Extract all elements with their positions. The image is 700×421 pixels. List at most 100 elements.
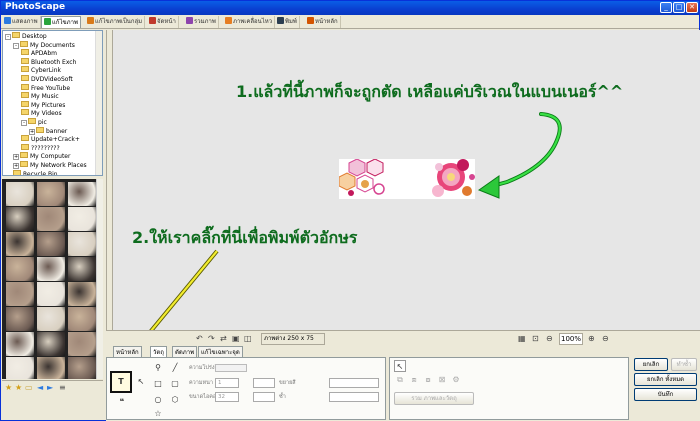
picture-icon[interactable]: ◫	[244, 334, 252, 343]
thumbnail[interactable]	[37, 307, 65, 331]
image-icon[interactable]: ▣	[232, 334, 240, 343]
thumbnail[interactable]	[68, 282, 96, 306]
star-icon[interactable]: ★	[5, 384, 12, 392]
rotate-left-icon[interactable]: ↶	[196, 334, 203, 343]
select-pointer-icon[interactable]: ↖	[394, 360, 406, 372]
zoom-fit-icon[interactable]: ⊡	[532, 334, 539, 343]
thickness-input[interactable]: 1	[215, 378, 239, 388]
style-dropdown-2[interactable]	[329, 392, 379, 402]
tree-node-label: banner	[46, 127, 68, 135]
panel-tab[interactable]: แก้ไขเฉพาะจุด	[198, 346, 243, 357]
main-tab[interactable]: แสดงภาพ	[2, 16, 41, 28]
thumbnail[interactable]	[68, 332, 96, 356]
star-icon[interactable]: ★	[15, 384, 22, 392]
maximize-button[interactable]: □	[673, 2, 685, 13]
panel-tab[interactable]: หน้าหลัก	[113, 346, 142, 357]
thumbnail[interactable]	[37, 332, 65, 356]
thumbnail[interactable]	[37, 257, 65, 281]
copy-icon[interactable]: ⧉	[394, 374, 406, 386]
icon-size-input[interactable]: 32	[215, 392, 239, 402]
expand-icon[interactable]: +	[13, 163, 19, 169]
expand-icon[interactable]: +	[13, 154, 19, 161]
main-tab[interactable]: หน้าหลัก	[305, 16, 341, 28]
thumbnail[interactable]	[6, 257, 34, 281]
main-tab[interactable]: แก้ไขภาพ	[41, 16, 81, 28]
thumbnail[interactable]	[68, 232, 96, 256]
thumbnail[interactable]	[6, 207, 34, 231]
thumbnail[interactable]	[68, 207, 96, 231]
thumbnail[interactable]	[37, 357, 65, 379]
cancel-all-button[interactable]: ยกเลิก ทั้งหมด	[634, 373, 697, 386]
bring-front-icon[interactable]: ⧈	[408, 374, 420, 386]
thumbnail[interactable]	[68, 182, 96, 206]
rounded-rect-icon[interactable]: ▢	[169, 378, 181, 390]
pointer-icon[interactable]: ↖	[135, 376, 147, 388]
back-arrow-icon[interactable]: ◄	[37, 384, 43, 392]
zoom-out-alt-icon[interactable]: ⊖	[602, 334, 609, 343]
thumbnail[interactable]	[6, 282, 34, 306]
folder-icon[interactable]: ▭	[25, 384, 33, 392]
image-size-readout: ภาพต่าง 250 x 75	[261, 333, 325, 345]
thumbnail[interactable]	[68, 257, 96, 281]
thumbnail[interactable]	[6, 232, 34, 256]
expand-icon[interactable]: +	[29, 128, 35, 135]
main-tab[interactable]: แก้ไขภาพเป็นกลุ่ม	[85, 16, 146, 28]
tab-icon	[225, 17, 232, 24]
thumbnail[interactable]	[6, 357, 34, 379]
green-arrow-shaft	[483, 112, 562, 190]
text-tool-button[interactable]: T	[115, 376, 127, 388]
thumbnail[interactable]	[6, 332, 34, 356]
star-shape-icon[interactable]: ☆	[152, 408, 164, 420]
close-button[interactable]: ✕	[686, 2, 698, 13]
properties-icon[interactable]: ⚙	[450, 374, 462, 386]
thumbnail[interactable]	[6, 182, 34, 206]
sort-icon[interactable]: ≡	[59, 384, 66, 392]
zoom-out-icon[interactable]: ⊖	[546, 334, 553, 343]
thumbnail-panel[interactable]	[2, 179, 103, 379]
thumbnail[interactable]	[37, 207, 65, 231]
main-tab[interactable]: พิมพ์	[275, 16, 300, 28]
color-picker-2[interactable]	[253, 392, 275, 402]
collapse-icon[interactable]: -	[13, 42, 19, 49]
hexagon-icon[interactable]: ⬡	[169, 394, 181, 406]
style-dropdown-1[interactable]	[329, 378, 379, 388]
thumbnail[interactable]	[37, 232, 65, 256]
flip-icon[interactable]: ⇄	[220, 334, 227, 343]
tree-node[interactable]: Recycle Bin	[13, 169, 58, 175]
checker-icon[interactable]: ▦	[518, 334, 526, 343]
minimize-button[interactable]: _	[660, 2, 672, 13]
opacity-slider[interactable]	[215, 364, 247, 372]
zoom-in-icon[interactable]: ⊕	[588, 334, 595, 343]
forward-arrow-icon[interactable]: ►	[47, 384, 53, 392]
redo-button[interactable]: ทำซ้ำ	[671, 358, 697, 371]
collapse-icon[interactable]: -	[21, 120, 27, 126]
thumbnail[interactable]	[68, 307, 96, 331]
thumbnail[interactable]	[6, 307, 34, 331]
delete-icon[interactable]: ⊠	[436, 374, 448, 386]
save-button[interactable]: บันทึก	[634, 388, 697, 401]
folder-tree[interactable]: - Desktop - My Documents APDAbm Bluetooth Exc…	[2, 30, 103, 176]
panel-tab[interactable]: วัตถุ	[150, 346, 167, 357]
collapse-icon[interactable]: -	[5, 34, 11, 40]
merge-objects-button[interactable]: รวม ภาพและวัตถุ	[394, 392, 474, 405]
main-tab[interactable]: รวมภาพ	[184, 16, 219, 28]
thumbnail[interactable]	[37, 282, 65, 306]
tree-scrollbar[interactable]	[95, 31, 102, 175]
magnifier-icon[interactable]: ⚲	[152, 362, 164, 374]
rectangle-icon[interactable]: □	[152, 378, 164, 390]
editing-canvas[interactable]: 1.แล้วที่นี้ภาพก็จะถูกตัด เหลือแค่บริเวณ…	[106, 30, 700, 330]
color-picker-1[interactable]	[253, 378, 275, 388]
line-icon[interactable]: ╱	[169, 362, 181, 374]
panel-tab[interactable]: ตัดภาพ	[172, 346, 198, 357]
speech-bubble-tool-button[interactable]: ❝	[116, 396, 128, 408]
cancel-button[interactable]: ยกเลิก	[634, 358, 668, 371]
zoom-level[interactable]: 100%	[559, 333, 583, 345]
thumbnail[interactable]	[37, 182, 65, 206]
main-tab[interactable]: จัดหน้า	[147, 16, 179, 28]
main-tab[interactable]: ภาพเคลื่อนไหว	[223, 16, 276, 28]
circle-icon[interactable]: ○	[152, 394, 164, 406]
send-back-icon[interactable]: ⧇	[422, 374, 434, 386]
thumbnail[interactable]	[68, 357, 96, 379]
thumbnail-scrollbar[interactable]	[96, 179, 103, 379]
rotate-right-icon[interactable]: ↷	[208, 334, 215, 343]
